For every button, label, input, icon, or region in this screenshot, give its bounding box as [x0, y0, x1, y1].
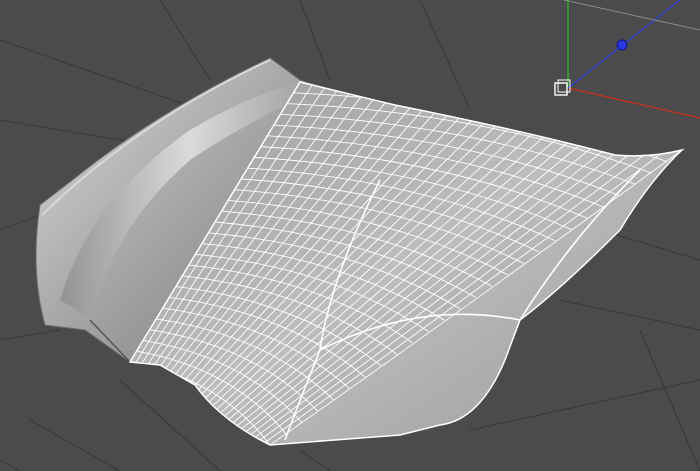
grid-line [639, 329, 700, 471]
diagonal-guide-line [563, 0, 700, 31]
z-axis-handle-icon[interactable] [616, 39, 628, 51]
grid-line [0, 459, 21, 471]
grid-line [159, 0, 211, 81]
grid-line [299, 0, 331, 81]
grid-line [0, 329, 61, 341]
grid-line [299, 449, 331, 471]
3d-viewport[interactable] [0, 0, 700, 471]
grid-line [469, 379, 700, 431]
x-axis-line[interactable] [567, 87, 700, 119]
grid-line [419, 0, 471, 111]
move-gizmo-icon[interactable] [554, 0, 700, 119]
grid-line [559, 299, 700, 331]
grid-line [29, 419, 121, 471]
grid-line [0, 214, 41, 231]
